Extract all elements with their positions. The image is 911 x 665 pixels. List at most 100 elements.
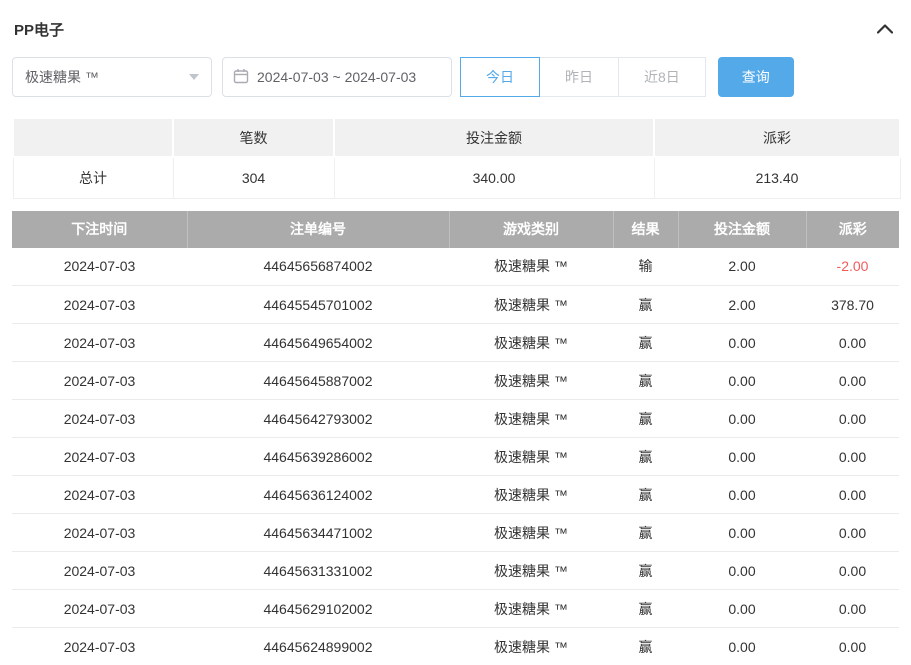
cell-result: 赢: [613, 362, 678, 400]
cell-game-type: 极速糖果 ™: [449, 552, 613, 590]
bet-table: 下注时间 注单编号 游戏类别 结果 投注金额 派彩 2024-07-034464…: [12, 211, 899, 665]
cell-payout: 0.00: [806, 628, 899, 665]
cell-bet-time: 2024-07-03: [12, 514, 187, 552]
search-button[interactable]: 查询: [718, 57, 794, 97]
header-payout: 派彩: [806, 211, 899, 248]
cell-result: 输: [613, 248, 678, 286]
report-panel: PP电子 极速糖果 ™ 2024-07-03 ~ 2024-07-03: [0, 0, 911, 665]
cell-order-number: 44645636124002: [187, 476, 449, 514]
cell-payout: -2.00: [806, 248, 899, 286]
quick-yesterday-button[interactable]: 昨日: [539, 57, 619, 97]
cell-result: 赢: [613, 476, 678, 514]
cell-bet-time: 2024-07-03: [12, 400, 187, 438]
cell-order-number: 44645642793002: [187, 400, 449, 438]
cell-bet-time: 2024-07-03: [12, 552, 187, 590]
cell-payout: 0.00: [806, 514, 899, 552]
table-row: 2024-07-0344645649654002极速糖果 ™赢0.000.00: [12, 324, 899, 362]
summary-header-count: 笔数: [173, 118, 334, 157]
cell-bet-time: 2024-07-03: [12, 438, 187, 476]
date-range-picker[interactable]: 2024-07-03 ~ 2024-07-03: [222, 57, 452, 97]
cell-result: 赢: [613, 590, 678, 628]
chevron-up-icon: [877, 22, 893, 37]
cell-bet-time: 2024-07-03: [12, 286, 187, 324]
table-row: 2024-07-0344645656874002极速糖果 ™输2.00-2.00: [12, 248, 899, 286]
cell-result: 赢: [613, 286, 678, 324]
summary-total-payout: 213.40: [654, 157, 900, 198]
cell-payout: 0.00: [806, 362, 899, 400]
chevron-down-icon: [189, 74, 199, 80]
cell-result: 赢: [613, 628, 678, 665]
cell-bet-time: 2024-07-03: [12, 362, 187, 400]
cell-order-number: 44645656874002: [187, 248, 449, 286]
cell-order-number: 44645545701002: [187, 286, 449, 324]
table-row: 2024-07-0344645645887002极速糖果 ™赢0.000.00: [12, 362, 899, 400]
summary-total-label: 总计: [13, 157, 173, 198]
header-order-number: 注单编号: [187, 211, 449, 248]
cell-order-number: 44645631331002: [187, 552, 449, 590]
quick-range-group: 今日 昨日 近8日: [460, 57, 706, 97]
table-row: 2024-07-0344645634471002极速糖果 ™赢0.000.00: [12, 514, 899, 552]
cell-order-number: 44645639286002: [187, 438, 449, 476]
cell-bet-time: 2024-07-03: [12, 324, 187, 362]
table-row: 2024-07-0344645545701002极速糖果 ™赢2.00378.7…: [12, 286, 899, 324]
filter-bar: 极速糖果 ™ 2024-07-03 ~ 2024-07-03 今日 昨日 近8日…: [12, 57, 899, 97]
cell-result: 赢: [613, 400, 678, 438]
header-game-type: 游戏类别: [449, 211, 613, 248]
summary-total-count: 304: [173, 157, 334, 198]
bet-table-header-row: 下注时间 注单编号 游戏类别 结果 投注金额 派彩: [12, 211, 899, 248]
table-row: 2024-07-0344645629102002极速糖果 ™赢0.000.00: [12, 590, 899, 628]
cell-bet-amount: 0.00: [678, 324, 806, 362]
calendar-icon: [233, 68, 249, 87]
cell-game-type: 极速糖果 ™: [449, 324, 613, 362]
cell-game-type: 极速糖果 ™: [449, 362, 613, 400]
cell-game-type: 极速糖果 ™: [449, 438, 613, 476]
header-bet-amount: 投注金额: [678, 211, 806, 248]
table-row: 2024-07-0344645636124002极速糖果 ™赢0.000.00: [12, 476, 899, 514]
summary-total-row: 总计 304 340.00 213.40: [13, 157, 900, 198]
bet-table-body: 2024-07-0344645656874002极速糖果 ™输2.00-2.00…: [12, 248, 899, 665]
cell-game-type: 极速糖果 ™: [449, 590, 613, 628]
summary-header-blank: [13, 118, 173, 157]
collapse-panel-button[interactable]: [873, 18, 897, 41]
cell-order-number: 44645645887002: [187, 362, 449, 400]
quick-today-button[interactable]: 今日: [460, 57, 540, 97]
cell-order-number: 44645634471002: [187, 514, 449, 552]
cell-payout: 0.00: [806, 476, 899, 514]
summary-header-row: 笔数 投注金额 派彩: [13, 118, 900, 157]
cell-game-type: 极速糖果 ™: [449, 400, 613, 438]
cell-bet-amount: 2.00: [678, 286, 806, 324]
cell-bet-time: 2024-07-03: [12, 590, 187, 628]
summary-total-bet: 340.00: [334, 157, 654, 198]
cell-result: 赢: [613, 324, 678, 362]
cell-payout: 0.00: [806, 324, 899, 362]
cell-payout: 378.70: [806, 286, 899, 324]
cell-payout: 0.00: [806, 552, 899, 590]
cell-bet-amount: 0.00: [678, 362, 806, 400]
cell-bet-amount: 0.00: [678, 590, 806, 628]
cell-payout: 0.00: [806, 438, 899, 476]
cell-game-type: 极速糖果 ™: [449, 476, 613, 514]
cell-bet-time: 2024-07-03: [12, 476, 187, 514]
summary-table: 笔数 投注金额 派彩 总计 304 340.00 213.40: [12, 117, 901, 199]
cell-game-type: 极速糖果 ™: [449, 286, 613, 324]
game-select-value: 极速糖果 ™: [25, 67, 99, 87]
cell-payout: 0.00: [806, 400, 899, 438]
cell-order-number: 44645624899002: [187, 628, 449, 665]
cell-game-type: 极速糖果 ™: [449, 628, 613, 665]
summary-header-bet: 投注金额: [334, 118, 654, 157]
panel-title: PP电子: [14, 19, 64, 40]
game-select[interactable]: 极速糖果 ™: [12, 57, 212, 97]
table-row: 2024-07-0344645639286002极速糖果 ™赢0.000.00: [12, 438, 899, 476]
table-row: 2024-07-0344645642793002极速糖果 ™赢0.000.00: [12, 400, 899, 438]
cell-bet-amount: 0.00: [678, 400, 806, 438]
header-result: 结果: [613, 211, 678, 248]
cell-bet-amount: 0.00: [678, 552, 806, 590]
cell-result: 赢: [613, 438, 678, 476]
cell-bet-amount: 0.00: [678, 438, 806, 476]
cell-bet-amount: 2.00: [678, 248, 806, 286]
cell-result: 赢: [613, 552, 678, 590]
table-row: 2024-07-0344645624899002极速糖果 ™赢0.000.00: [12, 628, 899, 665]
quick-last8days-button[interactable]: 近8日: [618, 57, 706, 97]
cell-order-number: 44645629102002: [187, 590, 449, 628]
cell-bet-amount: 0.00: [678, 476, 806, 514]
